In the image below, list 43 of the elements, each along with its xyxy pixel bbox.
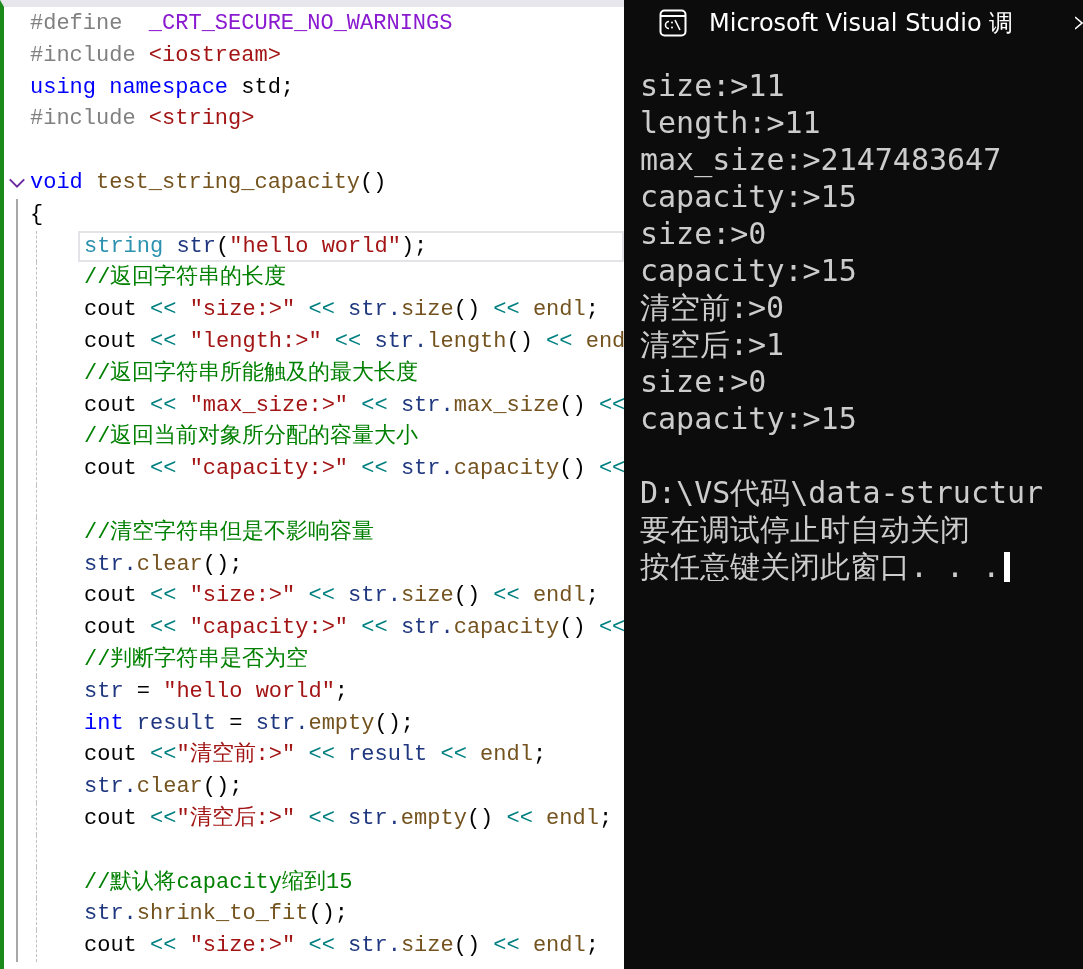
code-line: { [30, 200, 45, 229]
console-output-line: 清空后:>1 [640, 326, 785, 363]
code-line: cout << "max_size:>" << str.max_size() << [84, 391, 624, 420]
code-line: //返回字符串所能触及的最大长度 [84, 359, 420, 388]
close-icon[interactable] [1075, 14, 1083, 31]
console-output-line: 按任意键关闭此窗口. . . [640, 548, 1001, 585]
console-output-line: capacity:>15 [640, 400, 857, 437]
code-line: #define _CRT_SECURE_NO_WARNINGS [30, 10, 454, 38]
code-line: //返回当前对象所分配的容量大小 [84, 422, 420, 452]
window-title: Microsoft Visual Studio 调 [709, 7, 1015, 39]
code-line: //判断字符串是否为空 [84, 645, 310, 674]
code-line: cout << "size:>" << str.size() << endl; [84, 932, 600, 961]
code-line: cout <<"清空前:>" << result << endl; [84, 740, 548, 770]
code-line: cout <<"清空后:>" << str.empty() << endl; [84, 804, 614, 833]
terminal-icon [659, 8, 687, 37]
console-output-line: size:>0 [640, 363, 767, 400]
console-output-line: 清空前:>0 [640, 289, 785, 326]
console-output-line: size:>0 [640, 215, 767, 252]
code-line: using namespace std; [30, 73, 296, 102]
console-output-line: D:\VS代码\data-structur [640, 474, 1044, 511]
code-line: cout << "size:>" << str.size() << endl; [84, 296, 600, 325]
code-line: str.shrink_to_fit(); [84, 900, 350, 929]
code-line: cout << "capacity:>" << str.capacity() << [84, 455, 624, 484]
code-line: //默认将capacity缩到15 [84, 868, 354, 897]
chevron-down-icon[interactable] [8, 176, 26, 189]
console-output-line: 要在调试停止时自动关闭 [640, 511, 970, 548]
code-line: int result = str.empty(); [84, 709, 416, 738]
console-output-line: size:>11 [640, 67, 785, 104]
console-output-line: capacity:>15 [640, 252, 857, 289]
code-line: str = "hello world"; [84, 677, 350, 706]
console-output-line: capacity:>15 [640, 178, 857, 215]
console-output-line: max_size:>2147483647 [640, 141, 1002, 178]
code-line: #include <iostream> [30, 41, 282, 70]
code-line: str.clear(); [84, 550, 244, 579]
console-output-line: length:>11 [640, 104, 821, 141]
code-line: void test_string_capacity() [30, 169, 388, 197]
code-line: #include <string> [30, 105, 256, 134]
code-line: //返回字符串的长度 [84, 263, 288, 293]
code-line: cout << "size:>" << str.size() << endl; [84, 582, 600, 611]
code-line: //清空字符串但是不影响容量 [84, 518, 376, 547]
code-line: cout << "capacity:>" << str.capacity() << [84, 614, 624, 643]
code-line: str.clear(); [84, 773, 244, 802]
code-line: cout << "length:>" << str.length() << end [84, 327, 624, 356]
